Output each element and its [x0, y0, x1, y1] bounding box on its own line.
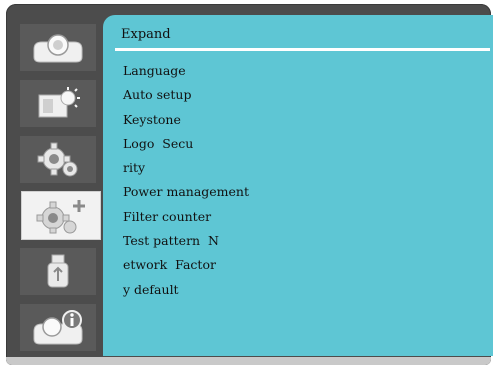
- projector-info-icon: [30, 309, 86, 347]
- sidebar-item-expand[interactable]: [22, 192, 100, 239]
- menu-item-auto-setup[interactable]: Auto setup: [123, 83, 249, 107]
- sidebar-item-display[interactable]: [20, 24, 96, 71]
- sidebar-item-setting[interactable]: [20, 136, 96, 183]
- gear-settings-icon: [30, 141, 86, 179]
- expand-menu-panel: Expand Language Auto setup Keystone Logo…: [103, 15, 493, 356]
- menu-item-keystone[interactable]: Keystone: [123, 108, 249, 132]
- usb-icon: [30, 253, 86, 291]
- menu-item-logo-secu[interactable]: Logo Secu: [123, 132, 249, 156]
- menu-item-filter-counter[interactable]: Filter counter: [123, 205, 249, 229]
- sidebar-item-usb[interactable]: [20, 248, 96, 295]
- projector-icon: [30, 31, 86, 65]
- menu-sidebar: [14, 12, 100, 355]
- image-adjust-icon: [30, 86, 86, 121]
- sidebar-item-information[interactable]: [20, 304, 96, 351]
- menu-item-rity[interactable]: rity: [123, 156, 249, 180]
- menu-item-language[interactable]: Language: [123, 59, 249, 83]
- menu-item-default[interactable]: y default: [123, 278, 249, 302]
- frame-bottom-bar: [6, 357, 491, 365]
- osd-window: Expand Language Auto setup Keystone Logo…: [6, 4, 493, 365]
- menu-item-test-pattern[interactable]: Test pattern N: [123, 229, 249, 253]
- sidebar-item-image[interactable]: [20, 80, 96, 127]
- menu-item-power-management[interactable]: Power management: [123, 180, 249, 204]
- menu-list: Language Auto setup Keystone Logo Secu r…: [123, 59, 249, 302]
- title-divider: [115, 48, 490, 51]
- menu-item-network-factor[interactable]: etwork Factor: [123, 253, 249, 277]
- menu-title: Expand: [121, 27, 171, 42]
- expand-gear-plus-icon: [31, 196, 91, 236]
